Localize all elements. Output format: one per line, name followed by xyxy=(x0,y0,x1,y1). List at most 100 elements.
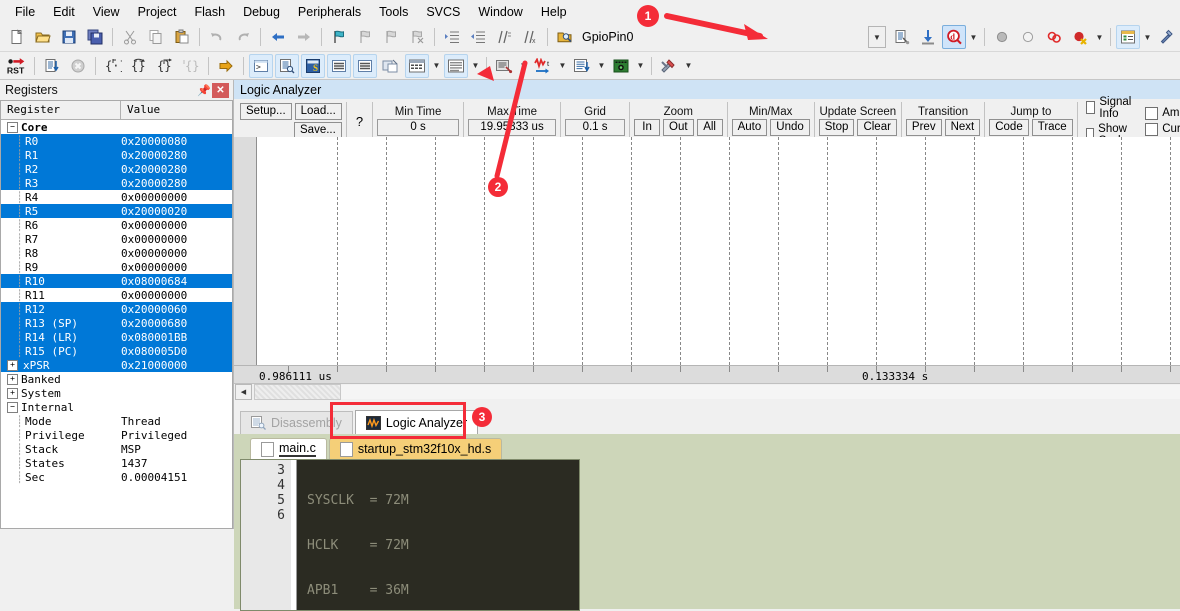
cut-icon[interactable] xyxy=(118,25,142,49)
register-value[interactable]: 0x20000280 xyxy=(121,149,187,162)
download-icon[interactable] xyxy=(916,25,940,49)
setup-button[interactable]: Setup... xyxy=(240,103,292,120)
register-value[interactable]: 0x00000000 xyxy=(121,191,187,204)
menu-item-tools[interactable]: Tools xyxy=(370,2,417,22)
bookmark-next-icon[interactable] xyxy=(379,25,403,49)
expand-toggle-icon[interactable]: + xyxy=(7,360,18,371)
register-value[interactable]: 0x00000000 xyxy=(121,247,187,260)
symbols-window-icon[interactable]: S xyxy=(301,53,325,78)
register-value[interactable]: 0x20000680 xyxy=(121,317,187,330)
tree-group-system[interactable]: + System xyxy=(1,386,232,400)
comment-icon[interactable] xyxy=(492,25,516,49)
checkbox-row-amplitude[interactable]: Amplitude xyxy=(1145,106,1180,120)
collapse-toggle-icon[interactable]: − xyxy=(7,402,18,413)
analysis-dropdown-icon[interactable]: ▼ xyxy=(517,55,530,77)
scrollbar-track[interactable] xyxy=(341,385,1180,399)
menu-item-window[interactable]: Window xyxy=(469,2,531,22)
register-value[interactable]: 0x00000000 xyxy=(121,233,187,246)
column-header-register[interactable]: Register xyxy=(1,101,121,119)
register-value[interactable]: 0x080001BB xyxy=(121,331,187,344)
insert-breakpoint-icon[interactable] xyxy=(990,25,1014,49)
system-viewer-icon[interactable] xyxy=(609,54,633,78)
kill-breakpoint-icon[interactable] xyxy=(1016,25,1040,49)
scrollbar-thumb[interactable] xyxy=(254,384,341,400)
waveform-canvas[interactable] xyxy=(234,137,1180,365)
paste-icon[interactable] xyxy=(170,25,194,49)
logic-analyzer-window-icon[interactable]: t xyxy=(531,54,555,78)
stop-icon[interactable] xyxy=(66,54,90,78)
cursor-checkbox[interactable] xyxy=(1145,122,1159,136)
memory-window-icon[interactable] xyxy=(405,53,429,78)
new-file-icon[interactable] xyxy=(5,25,29,49)
find-in-files-icon[interactable] xyxy=(553,25,577,49)
components-dropdown-icon[interactable]: ▼ xyxy=(1141,26,1154,48)
toolbox-dropdown-icon[interactable]: ▼ xyxy=(682,55,695,77)
code-content[interactable]: SYSCLK = 72M HCLK = 72M APB1 = 36M APB2 … xyxy=(297,460,579,610)
grid-field[interactable]: 0.1 s xyxy=(565,119,626,136)
trace-window-icon[interactable] xyxy=(570,54,594,78)
tree-group-banked[interactable]: + Banked xyxy=(1,372,232,386)
reset-cpu-icon[interactable]: RST xyxy=(5,54,29,78)
register-value[interactable]: 0x20000280 xyxy=(121,177,187,190)
tree-group-internal[interactable]: − Internal xyxy=(1,400,232,414)
analysis-window-icon[interactable] xyxy=(492,54,516,78)
indent-icon[interactable] xyxy=(440,25,464,49)
menu-item-debug[interactable]: Debug xyxy=(234,2,289,22)
target-select-dropdown[interactable]: ▼ xyxy=(868,26,886,48)
show-next-statement-icon[interactable] xyxy=(214,54,238,78)
jump-trace-button[interactable]: Trace xyxy=(1031,119,1073,136)
back-icon[interactable] xyxy=(266,25,290,49)
open-folder-icon[interactable] xyxy=(31,25,55,49)
run-icon[interactable] xyxy=(40,54,64,78)
zoom-all-button[interactable]: All xyxy=(696,119,723,136)
manage-components-icon[interactable] xyxy=(1116,25,1140,49)
disable-breakpoint-icon[interactable] xyxy=(1042,25,1066,49)
menu-item-peripherals[interactable]: Peripherals xyxy=(289,2,370,22)
menu-item-help[interactable]: Help xyxy=(532,2,576,22)
scroll-left-arrow-icon[interactable]: ◀ xyxy=(235,384,252,400)
save-all-icon[interactable] xyxy=(83,25,107,49)
step-over-icon[interactable]: {} xyxy=(127,54,151,78)
register-value[interactable]: 0x20000080 xyxy=(121,135,187,148)
waveform-horizontal-scrollbar[interactable]: ◀ xyxy=(234,383,1180,400)
run-to-cursor-icon[interactable]: {} xyxy=(179,54,203,78)
register-value[interactable]: 0x20000060 xyxy=(121,303,187,316)
jump-code-button[interactable]: Code xyxy=(989,119,1029,136)
configure-icon[interactable] xyxy=(1155,25,1179,49)
expand-toggle-icon[interactable]: + xyxy=(7,388,18,399)
editor-tab-startup-s[interactable]: startup_stm32f10x_hd.s xyxy=(328,438,503,459)
minmax-auto-button[interactable]: Auto xyxy=(731,119,768,136)
step-out-icon[interactable]: {} xyxy=(153,54,177,78)
watch-window-icon[interactable] xyxy=(379,54,403,78)
target-options-icon[interactable] xyxy=(890,25,914,49)
disassembly-window-icon[interactable] xyxy=(275,53,299,78)
max-time-field[interactable]: 19.95833 us xyxy=(468,119,557,136)
trace-dropdown-icon[interactable]: ▼ xyxy=(595,55,608,77)
tree-group-core[interactable]: − Core xyxy=(1,120,232,134)
checkbox-row-signal-info[interactable]: Signal Info xyxy=(1085,96,1138,120)
kill-all-breakpoints-icon[interactable] xyxy=(1068,25,1092,49)
minmax-undo-button[interactable]: Undo xyxy=(770,119,810,136)
toolbox-icon[interactable] xyxy=(657,54,681,78)
close-icon[interactable]: ✕ xyxy=(212,82,229,98)
uncomment-icon[interactable]: x xyxy=(518,25,542,49)
memory-dropdown-icon[interactable]: ▼ xyxy=(430,55,443,77)
register-value[interactable]: 0x00000000 xyxy=(121,289,187,302)
load-button[interactable]: Load... xyxy=(294,103,342,120)
editor-tab-main-c[interactable]: main.c xyxy=(250,438,327,459)
amplitude-checkbox[interactable] xyxy=(1145,106,1159,120)
zoom-in-button[interactable]: In xyxy=(634,119,661,136)
zoom-out-button[interactable]: Out xyxy=(663,119,694,136)
checkbox-row-cursor[interactable]: Cursor xyxy=(1145,122,1180,136)
save-icon[interactable] xyxy=(57,25,81,49)
breakpoints-dropdown-icon[interactable]: ▼ xyxy=(1093,26,1106,48)
forward-icon[interactable] xyxy=(292,25,316,49)
signal-info-checkbox[interactable] xyxy=(1085,101,1096,114)
help-button[interactable]: ? xyxy=(351,114,368,129)
register-value[interactable]: 0x20000280 xyxy=(121,163,187,176)
command-window-icon[interactable]: > xyxy=(249,53,273,78)
debug-magnifier-dropdown-icon[interactable]: ▼ xyxy=(967,26,980,48)
registers-grid[interactable]: Register Value − Core ┊ R0 0x20000080 ┊ R1 0x… xyxy=(0,100,233,529)
menu-item-file[interactable]: File xyxy=(6,2,44,22)
bookmark-toggle-icon[interactable] xyxy=(327,25,351,49)
